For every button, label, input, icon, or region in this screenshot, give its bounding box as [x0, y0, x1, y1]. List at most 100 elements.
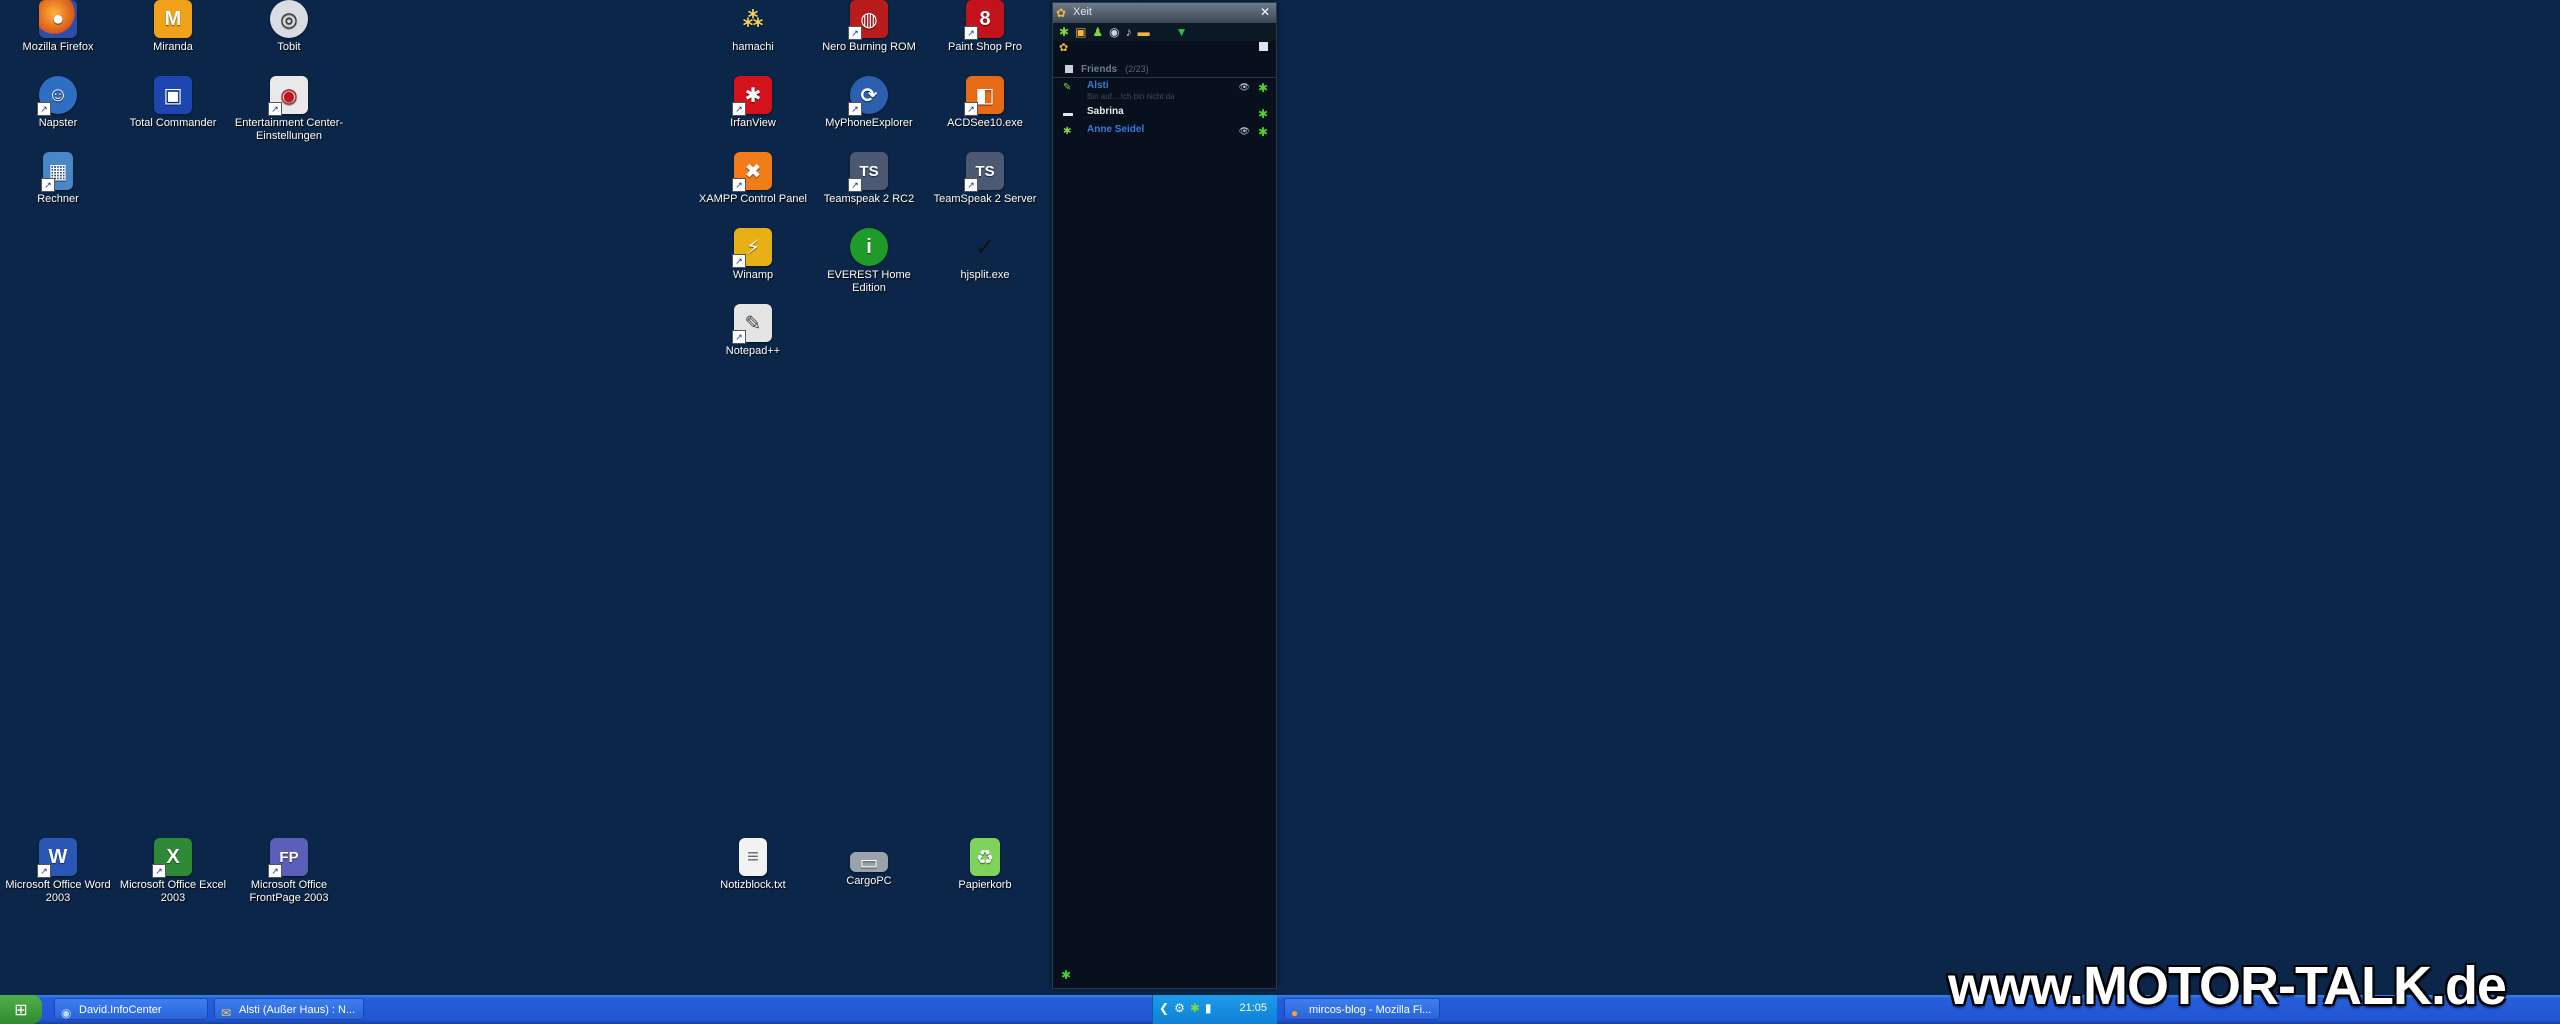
teamspeak-rc2-icon[interactable]: TS ↗ Teamspeak 2 RC2 — [811, 152, 927, 206]
acdsee-icon[interactable]: ◧ ↗ ACDSee10.exe — [927, 76, 1043, 130]
settings-icon[interactable]: ◉ — [1109, 25, 1119, 39]
cargopc-icon[interactable]: ▭ CargoPC — [811, 838, 927, 888]
tray-collapse-icon[interactable]: ❮ — [1159, 1001, 1169, 1015]
total-commander-glyph: ▣ — [163, 84, 183, 107]
hjsplit-icon[interactable]: ✓ hjsplit.exe — [927, 228, 1043, 282]
excel-2003-icon[interactable]: X ↗ Microsoft Office Excel 2003 — [115, 838, 231, 905]
group-header-friends[interactable]: Friends (2/23) — [1053, 61, 1276, 78]
irfanview-icon[interactable]: ✱ ↗ IrfanView — [695, 76, 811, 130]
miranda-glyph: M — [164, 7, 182, 30]
filter-icon[interactable]: ▼ — [1176, 25, 1188, 39]
everest-glyph: i — [866, 235, 872, 258]
windows-logo-icon: ⊞ — [14, 1001, 28, 1019]
icon-label: Miranda — [153, 41, 193, 53]
desktop: ● Mozilla Firefox M Miranda ◎ Tobit ☺ ↗ N… — [0, 0, 2560, 995]
chat-window-icon: ✉ — [221, 1006, 232, 1020]
napster-icon[interactable]: ☺ ↗ Napster — [0, 76, 116, 130]
expand-icon[interactable] — [1259, 42, 1268, 51]
contact-sabrina[interactable]: ▬ Sabrina ✱ — [1053, 104, 1276, 122]
shortcut-arrow-icon: ↗ — [848, 178, 862, 192]
icq-flower-icon: ✱ — [1257, 125, 1268, 139]
status-icon[interactable]: ✱ — [1059, 25, 1069, 39]
word-image-icon: W ↗ — [37, 838, 77, 878]
myphoneexplorer-icon[interactable]: ⟳ ↗ MyPhoneExplorer — [811, 76, 927, 130]
shortcut-arrow-icon: ↗ — [848, 102, 862, 116]
shortcut-arrow-icon: ↗ — [268, 864, 282, 878]
xampp-control-panel-icon[interactable]: ✖ ↗ XAMPP Control Panel — [695, 152, 811, 206]
message-status-icon: ▬ — [1063, 108, 1073, 119]
icon-label: TeamSpeak 2 Server — [933, 193, 1037, 205]
firefox-icon: ● — [39, 0, 77, 38]
word-2003-icon[interactable]: W ↗ Microsoft Office Word 2003 — [0, 838, 116, 905]
shortcut-arrow-icon: ↗ — [732, 330, 746, 344]
icon-label: EVEREST Home Edition — [827, 269, 911, 294]
irfanview-image-icon: ✱ ↗ — [732, 76, 772, 116]
xeit-titlebar[interactable]: ✿ Xeit ✕ — [1053, 3, 1276, 23]
clock[interactable]: 21:05 — [1239, 1002, 1267, 1014]
notepad-plus-plus-icon[interactable]: ✎ ↗ Notepad++ — [695, 304, 811, 358]
xampp-image-icon: ✖ ↗ — [732, 152, 772, 192]
status-menu-icon[interactable]: ✱ — [1061, 968, 1071, 982]
myphoneexplorer-image-icon: ⟳ ↗ — [848, 76, 888, 116]
contact-anne-seidel[interactable]: ✱ Anne Seidel 👁 ✱ — [1053, 122, 1276, 140]
tray-icq-icon[interactable]: ✱ — [1190, 1001, 1200, 1015]
icq-flower-icon: ✱ — [1257, 81, 1268, 95]
shortcut-arrow-icon: ↗ — [964, 178, 978, 192]
nero-burning-rom-icon[interactable]: ◍ ↗ Nero Burning ROM — [811, 0, 927, 54]
mozilla-firefox-icon[interactable]: ● Mozilla Firefox — [0, 0, 116, 54]
contacts-icon[interactable]: ▣ — [1075, 25, 1086, 39]
close-icon[interactable]: ✕ — [1260, 5, 1270, 19]
hamachi-icon[interactable]: ⁂ hamachi — [695, 0, 811, 54]
icon-label: Entertainment Center-Einstellungen — [234, 117, 344, 142]
entertainment-center-icon[interactable]: ◉ ↗ Entertainment Center-Einstellungen — [231, 76, 347, 143]
teamspeak-server-icon[interactable]: TS ↗ TeamSpeak 2 Server — [927, 152, 1043, 206]
tobit-icon[interactable]: ◎ Tobit — [231, 0, 347, 54]
rechner-icon[interactable]: ▦ ↗ Rechner — [0, 152, 116, 206]
start-button[interactable]: ⊞ — [0, 995, 42, 1024]
tray-device-icon[interactable]: ▮ — [1205, 1001, 1212, 1015]
icon-label: MyPhoneExplorer — [825, 117, 913, 129]
winamp-icon[interactable]: ⚡ ↗ Winamp — [695, 228, 811, 282]
taskbar-button-infocenter[interactable]: ◉ David.InfoCenter — [54, 998, 208, 1020]
message-icon[interactable]: ▬ — [1138, 25, 1150, 39]
paint-shop-pro-icon[interactable]: 8 ↗ Paint Shop Pro — [927, 0, 1043, 54]
papierkorb-icon[interactable]: ♻ Papierkorb — [927, 838, 1043, 892]
group-count: (2/23) — [1125, 64, 1149, 74]
contact-alsti[interactable]: ✎ Alsti Bin auf... Ich bin nicht da 👁 ✱ — [1053, 78, 1276, 104]
cargopc-glyph: ▭ — [859, 851, 879, 874]
everest-home-edition-icon[interactable]: i EVEREST Home Edition — [811, 228, 927, 295]
taskbar-button-firefox[interactable]: ● mircos-blog - Mozilla Fi... — [1284, 998, 1440, 1020]
notizblock-glyph: ≡ — [747, 845, 759, 868]
icon-label: Napster — [38, 117, 78, 129]
hamachi-image-icon: ⁂ — [734, 0, 772, 38]
xeit-logo-icon: ✿ — [1056, 6, 1067, 20]
shortcut-arrow-icon: ↗ — [152, 864, 166, 878]
xeit-toolbar: ✱ ▣ ♟ ◉ ♪ ▬ ▼ — [1053, 23, 1276, 41]
nero-image-icon: ◍ ↗ — [848, 0, 888, 40]
notizblock-icon[interactable]: ≡ Notizblock.txt — [695, 838, 811, 892]
tray-network-icon[interactable]: ⚙ — [1174, 1001, 1185, 1015]
icon-label: IrfanView — [730, 117, 776, 129]
taskbar-button-alsti[interactable]: ✉ Alsti (Außer Haus) : N... — [214, 998, 364, 1020]
contact-name: Anne Seidel — [1087, 124, 1145, 135]
hamachi-glyph: ⁂ — [742, 8, 764, 31]
away-status-icon: ✎ — [1063, 82, 1072, 93]
frontpage-2003-icon[interactable]: FP ↗ Microsoft Office FrontPage 2003 — [231, 838, 347, 905]
miranda-icon[interactable]: M Miranda — [115, 0, 231, 54]
total-commander-icon[interactable]: ▣ Total Commander — [115, 76, 231, 130]
infocenter-icon: ◉ — [61, 1006, 72, 1020]
collapse-icon[interactable] — [1065, 65, 1073, 73]
shortcut-arrow-icon: ↗ — [732, 254, 746, 268]
add-user-icon[interactable]: ♟ — [1092, 25, 1103, 39]
xeit-window[interactable]: ✿ Xeit ✕ ✱ ▣ ♟ ◉ ♪ ▬ ▼ ✿ Friends (2/23) … — [1052, 2, 1277, 989]
icon-label: hjsplit.exe — [960, 269, 1010, 281]
floppy-disk-icon: ▣ — [154, 76, 192, 114]
icon-label: Papierkorb — [958, 879, 1012, 891]
sound-icon[interactable]: ♪ — [1126, 25, 1132, 39]
acdsee-image-icon: ◧ ↗ — [964, 76, 1004, 116]
calculator-icon: ▦ ↗ — [41, 152, 73, 192]
tray-icons: ❮ ⚙ ✱ ▮ — [1159, 1001, 1212, 1015]
contact-name: Alsti — [1087, 80, 1109, 91]
napster-image-icon: ☺ ↗ — [37, 76, 77, 116]
xeit-small-logo-icon: ✿ — [1059, 42, 1069, 54]
